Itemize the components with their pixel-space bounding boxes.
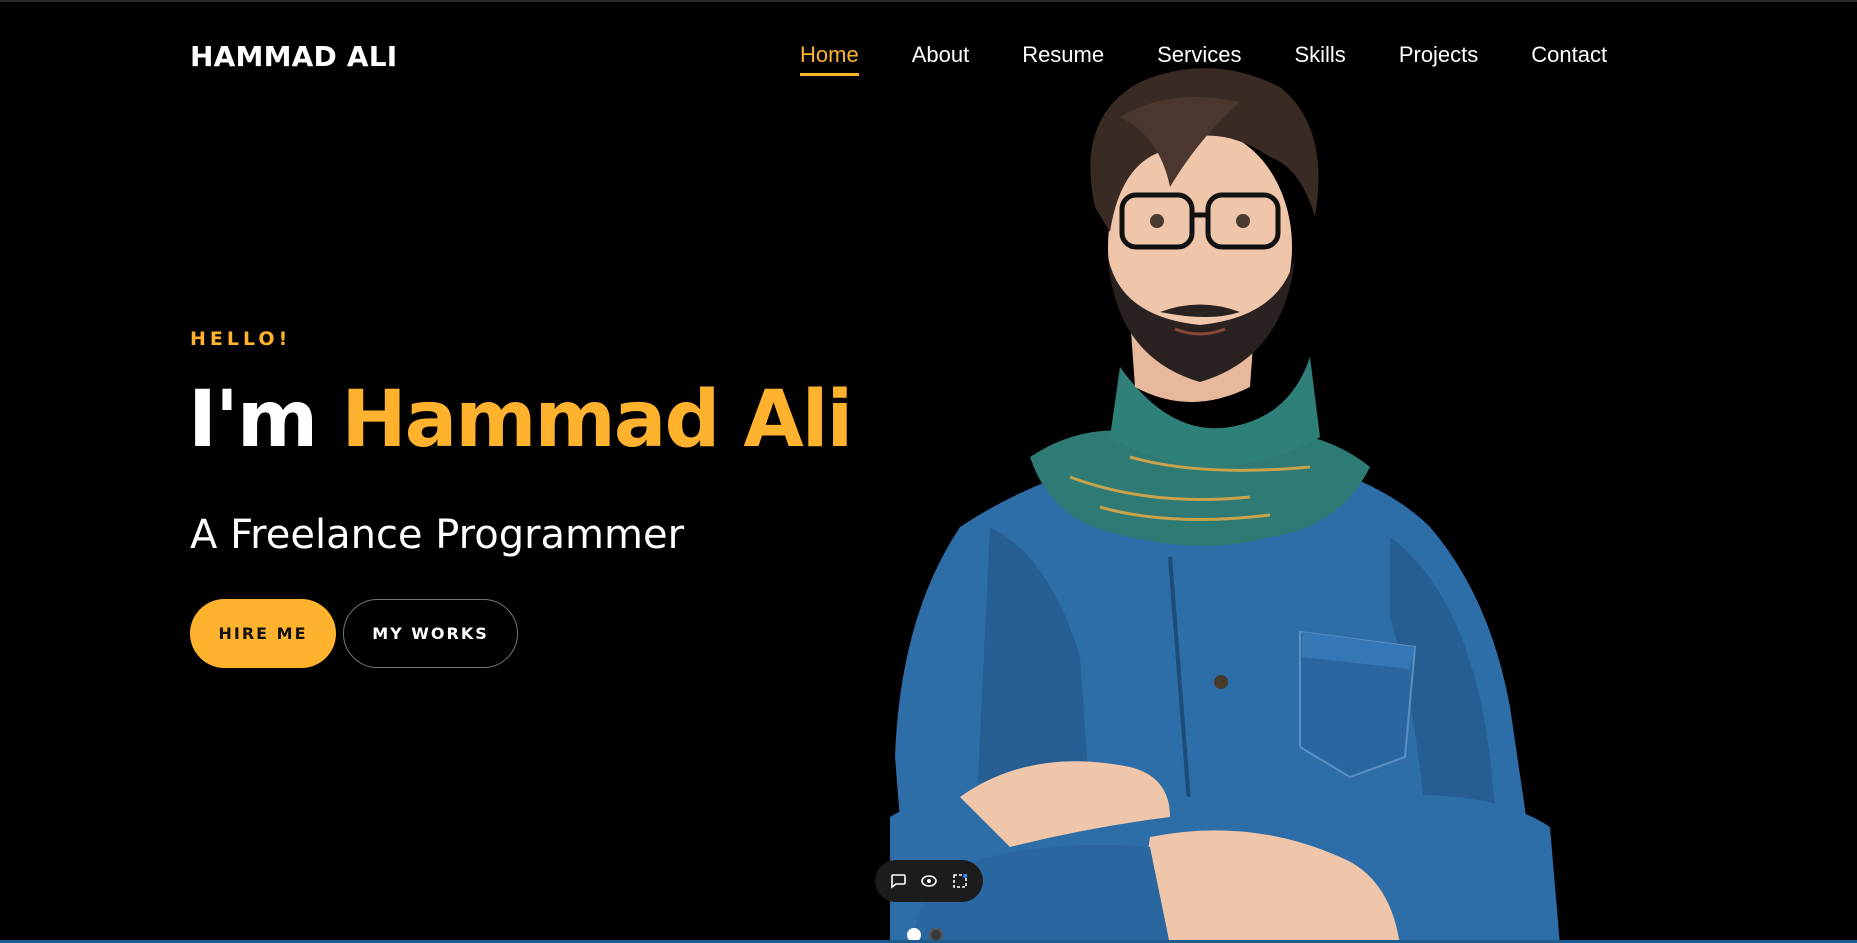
my-works-button[interactable]: MY WORKS <box>343 599 518 668</box>
headline-prefix: I'm <box>188 375 318 465</box>
hero-headline: I'm Hammad Ali <box>188 379 853 462</box>
layout-icon[interactable] <box>949 870 971 892</box>
nav-item-home[interactable]: Home <box>800 42 859 76</box>
page: HAMMAD ALI Home About Resume Services Sk… <box>0 0 1857 943</box>
headline-name: Hammad Ali <box>341 375 853 465</box>
floating-toolbar <box>875 860 983 902</box>
brand-logo[interactable]: HAMMAD ALI <box>190 40 397 73</box>
hire-me-button[interactable]: HIRE ME <box>190 599 336 668</box>
hero-subtitle: A Freelance Programmer <box>190 512 685 558</box>
comment-icon[interactable] <box>887 870 909 892</box>
hero-greeting: HELLO! <box>190 328 292 350</box>
portrait-illustration <box>890 68 1560 943</box>
eye-icon[interactable] <box>918 870 940 892</box>
